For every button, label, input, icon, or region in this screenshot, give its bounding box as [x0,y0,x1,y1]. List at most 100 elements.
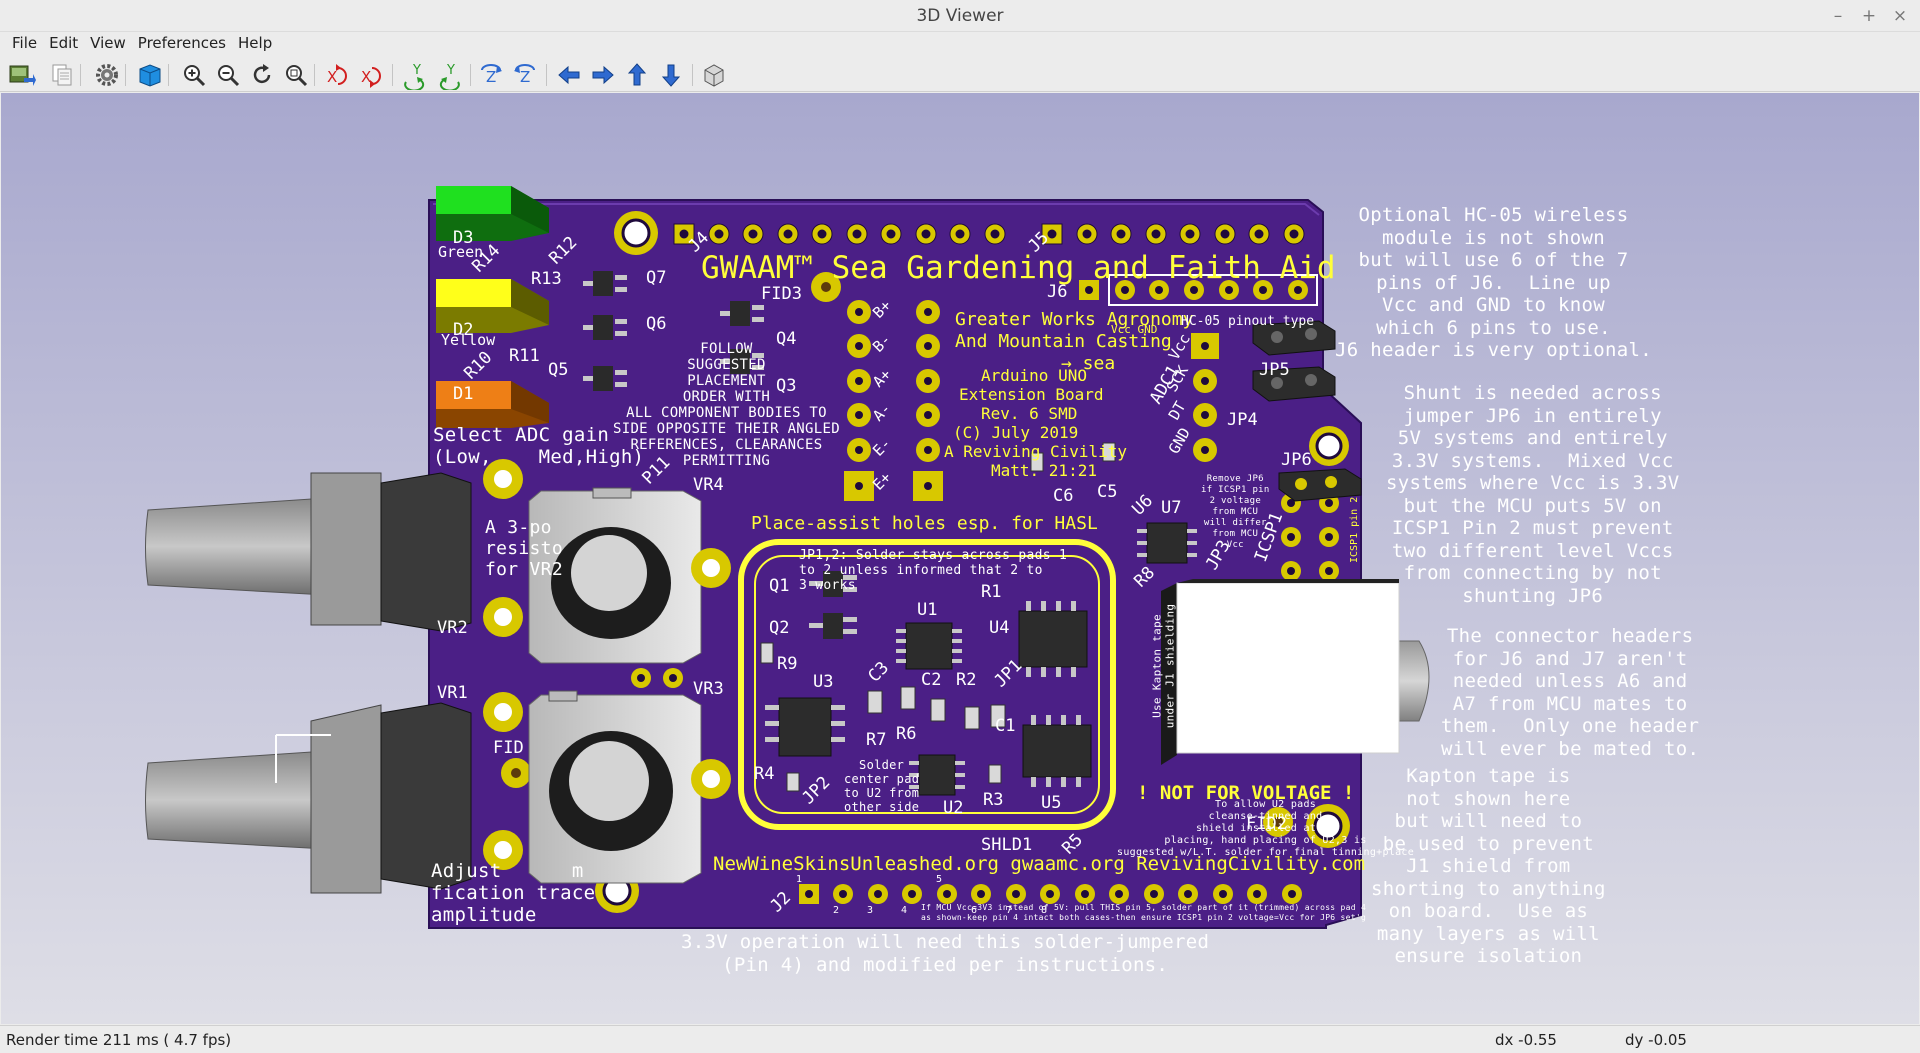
close-button[interactable]: × [1888,4,1912,28]
adc-gain-label: Select ADC gain (Low, Med,High) [433,424,645,468]
svg-text:SHLD1: SHLD1 [981,835,1032,855]
svg-text:VR3: VR3 [693,679,724,699]
svg-text:U2: U2 [943,798,963,818]
svg-text:R13: R13 [531,269,562,289]
svg-text:Q1: Q1 [769,576,789,596]
board-render-button[interactable] [135,60,165,90]
follow-placement-note: FOLLOW SUGGESTED PLACEMENT ORDER WITH AL… [613,341,840,469]
menu-preferences[interactable]: Preferences [132,33,232,53]
settings-gear-icon [96,64,118,86]
svg-text:Vcc GND: Vcc GND [1111,323,1157,336]
svg-text:Matt. 21:21: Matt. 21:21 [991,461,1097,480]
shunt-note: Shunt is needed across jumper JP6 in ent… [1386,382,1680,607]
svg-text:R7: R7 [866,730,886,750]
minimize-button[interactable]: – [1826,4,1850,28]
pan-right-button[interactable] [588,60,618,90]
svg-text:X: X [361,68,371,86]
svg-text:A Reviving Civility: A Reviving Civility [944,442,1127,461]
svg-text:R4: R4 [754,764,774,784]
redraw-icon [253,64,271,84]
svg-text:C1: C1 [995,716,1015,736]
svg-text:D1: D1 [453,384,473,404]
rotate-x-cw-button[interactable]: X [322,60,352,90]
svg-text:(C) July 2019: (C) July 2019 [953,423,1078,442]
svg-text:HC-05 pinout type: HC-05 pinout type [1181,314,1314,329]
zoom-fit-button[interactable] [281,60,311,90]
orthographic-toggle-button[interactable] [699,60,729,90]
svg-text:Place-assist holes esp. for HA: Place-assist holes esp. for HASL [751,513,1098,534]
rotate-x-ccw-button[interactable]: X [356,60,386,90]
menu-help[interactable]: Help [232,33,278,53]
zoom-in-button[interactable] [179,60,209,90]
orthographic-toggle-icon [704,64,724,87]
svg-text:C2: C2 [921,670,941,690]
menu-bar: File Edit View Preferences Help [0,33,1920,55]
header-j2 [799,884,1302,904]
connector-headers-note: The connector headers for J6 and J7 aren… [1441,625,1700,760]
maximize-button[interactable]: + [1857,4,1881,28]
rotate-y-cw-button[interactable]: Y [400,60,430,90]
svg-text:R9: R9 [777,654,797,674]
render-time-label: Render time 211 ms ( 4.7 fps) [6,1031,232,1049]
pan-left-button[interactable] [554,60,584,90]
svg-text:R11: R11 [509,346,540,366]
pan-up-button[interactable] [622,60,652,90]
copy-to-clipboard-button[interactable] [47,60,77,90]
menu-file[interactable]: File [6,33,43,53]
pan-down-button[interactable] [656,60,686,90]
solder-center-note: Solder center pad to U2 from other side [844,758,920,814]
svg-text:VR2: VR2 [437,618,468,638]
rotate-y-ccw-button[interactable]: Y [434,60,464,90]
ic-u4 [1018,601,1088,677]
pan-left-icon [558,65,580,85]
export-image-button[interactable] [6,60,36,90]
adjust-trace-label: Adjust m fication trace amplitude [431,860,596,926]
zoom-out-icon [218,65,240,87]
svg-text:Extension Board: Extension Board [959,385,1104,404]
hc05-note: Optional HC-05 wireless module is not sh… [1335,204,1652,361]
window-title: 3D Viewer [916,6,1004,26]
ic-u7 [1137,522,1197,564]
pan-up-icon [627,63,647,86]
svg-text:Z: Z [486,68,496,86]
pan-down-icon [661,64,681,87]
zoom-fit-icon [286,65,308,87]
rotate-x-ccw-icon: X [361,67,381,88]
svg-text:Arduino UNO: Arduino UNO [981,366,1087,385]
allow-u2-note: To allow U2 pads cleanse-tinned and shie… [1117,799,1415,858]
svg-text:U3: U3 [813,672,833,692]
three-position-note: A 3-po resisto for VR2 [485,517,563,580]
svg-text:C5: C5 [1097,482,1117,502]
jp12-note: JP1,2: Solder stays across pads 1 to 2 u… [799,548,1068,593]
rotate-z-ccw-button[interactable]: Z [510,60,540,90]
svg-text:U4: U4 [989,618,1009,638]
rotate-y-ccw-icon: Y [439,63,460,90]
svg-text:R2: R2 [956,670,976,690]
svg-text:Q6: Q6 [646,314,666,334]
potentiometer-vr3 [145,690,702,894]
board-title: GWAAM™ Sea Gardening and Faith Aid [701,250,1336,286]
redraw-button[interactable] [247,60,277,90]
rotate-z-cw-button[interactable]: Z [476,60,506,90]
3d-viewport[interactable]: GWAAM™ Sea Gardening and Faith Aid Great… [1,93,1919,1024]
svg-text:C6: C6 [1053,486,1073,506]
svg-text:VR4: VR4 [693,475,724,495]
operation-note: 3.3V operation will need this solder-jum… [681,931,1210,976]
svg-text:3: 3 [867,905,873,916]
rotate-z-cw-icon: Z [481,64,502,86]
svg-text:Q2: Q2 [769,618,789,638]
zoom-out-button[interactable] [213,60,243,90]
title-bar: 3D Viewer – + × [0,0,1920,32]
svg-text:2: 2 [833,905,839,916]
svg-text:JP5: JP5 [1259,360,1290,380]
settings-button[interactable] [92,60,122,90]
board-render-icon [139,64,161,87]
svg-text:Z: Z [520,68,530,86]
menu-view[interactable]: View [84,33,132,53]
svg-text:Q7: Q7 [646,268,666,288]
menu-edit[interactable]: Edit [43,33,84,53]
svg-text:R3: R3 [983,790,1003,810]
rotate-x-cw-icon: X [327,64,347,86]
svg-text:JP4: JP4 [1227,410,1258,430]
svg-text:Y: Y [412,63,421,78]
